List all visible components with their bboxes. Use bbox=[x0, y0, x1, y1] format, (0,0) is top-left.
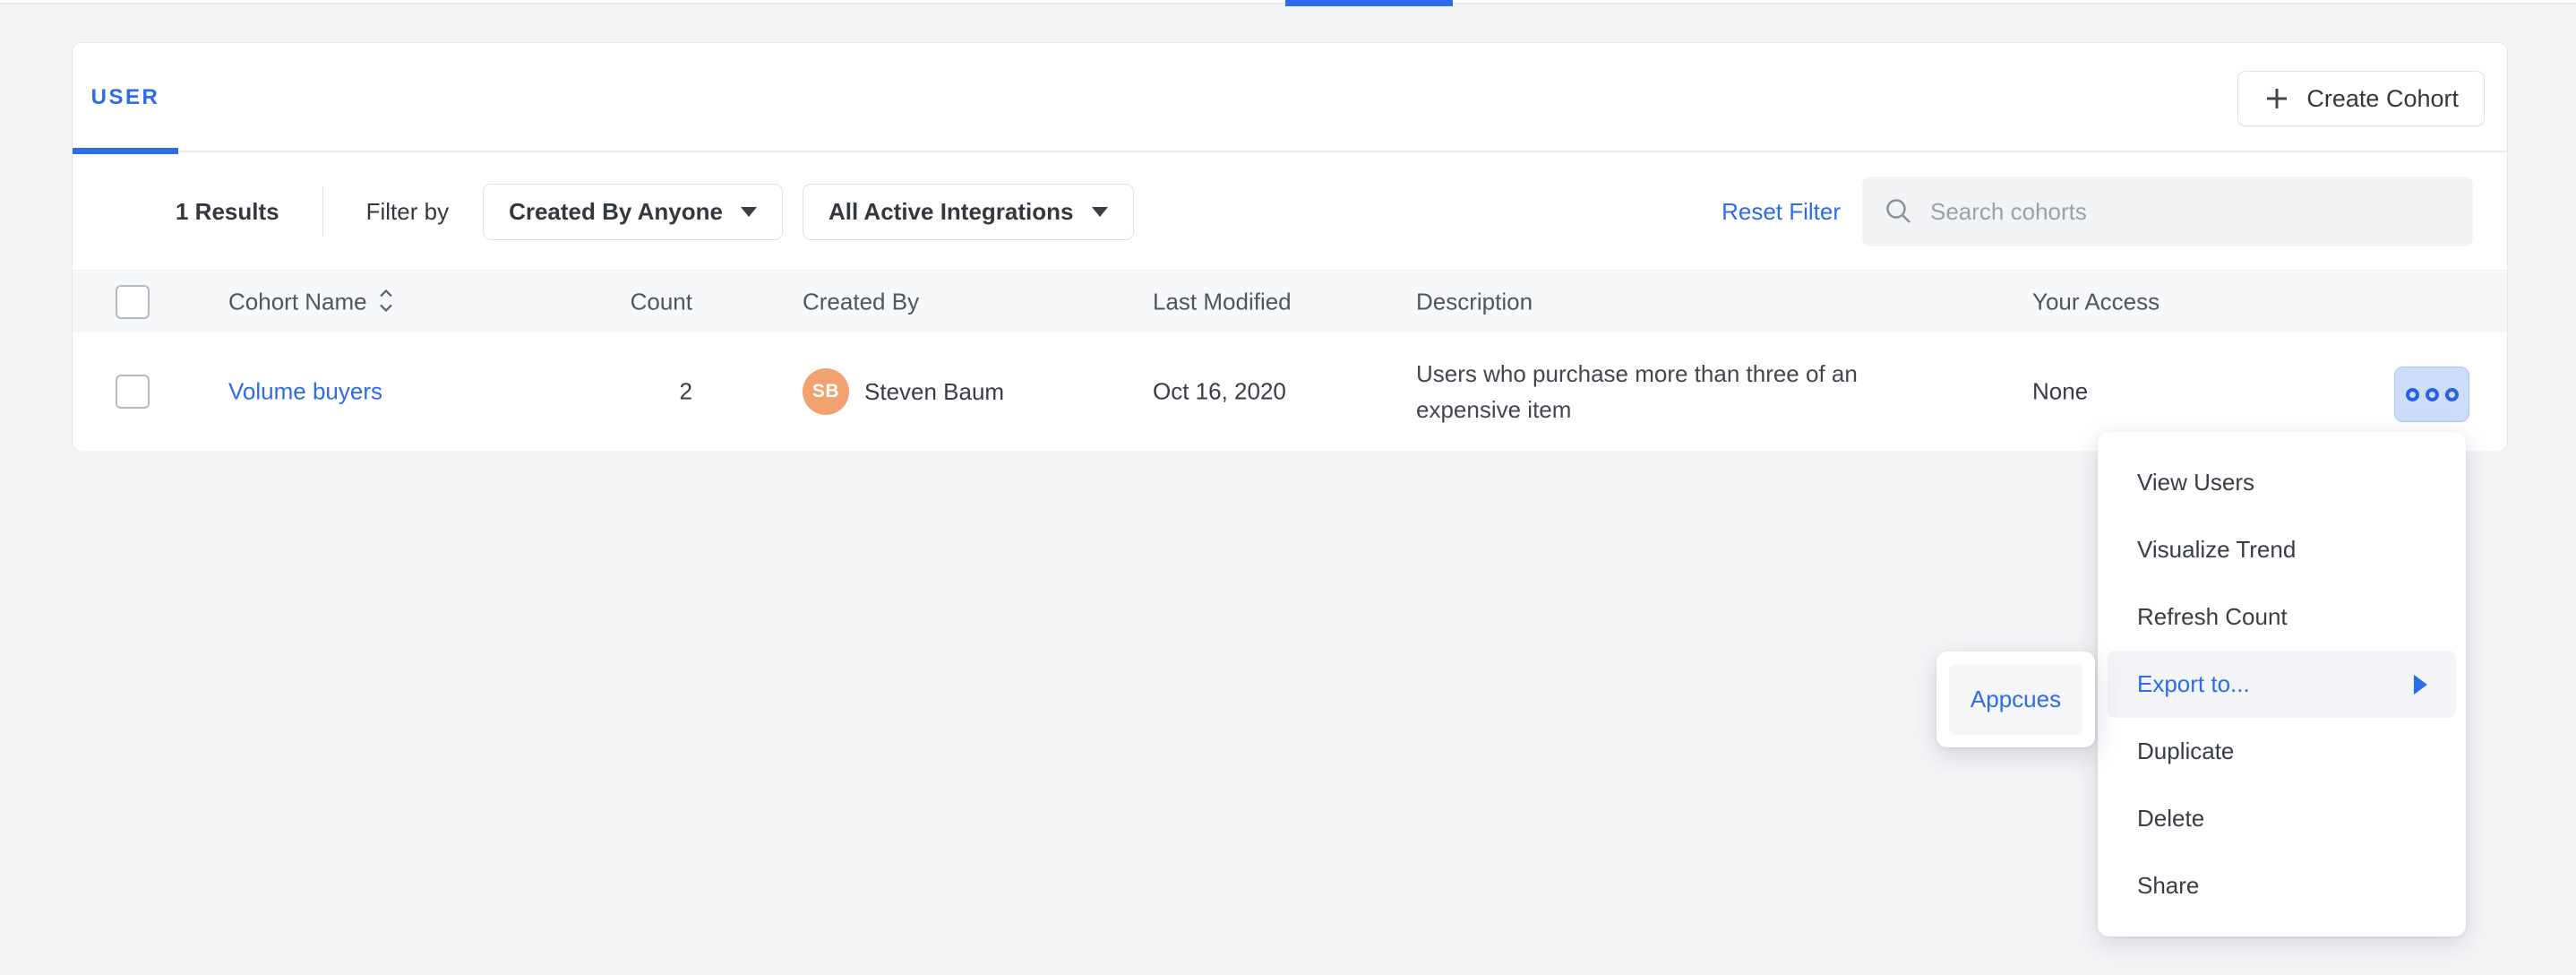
column-header-last-modified: Last Modified bbox=[1153, 288, 1292, 315]
created-by-dropdown[interactable]: Created By Anyone bbox=[483, 184, 783, 240]
submenu-arrow-icon bbox=[2414, 675, 2427, 695]
filter-by-label: Filter by bbox=[366, 198, 449, 226]
row-checkbox[interactable] bbox=[116, 375, 150, 409]
integrations-dropdown-value: All Active Integrations bbox=[829, 198, 1074, 226]
reset-filter-link[interactable]: Reset Filter bbox=[1722, 198, 1841, 226]
submenu-item-appcues[interactable]: Appcues bbox=[1949, 664, 2082, 735]
tab-bar: USER Create Cohort bbox=[73, 43, 2507, 152]
row-actions-context-menu: View Users Visualize Trend Refresh Count… bbox=[2098, 432, 2466, 936]
menu-item-export-to[interactable]: Export to... bbox=[2108, 651, 2456, 718]
results-count: 1 Results bbox=[176, 198, 279, 226]
select-all-checkbox[interactable] bbox=[116, 285, 150, 319]
created-by-cell: SB Steven Baum bbox=[803, 368, 1004, 415]
cohort-count: 2 bbox=[520, 378, 692, 406]
chevron-down-icon bbox=[1092, 207, 1108, 217]
your-access-cell: None bbox=[2032, 378, 2088, 406]
menu-item-duplicate[interactable]: Duplicate bbox=[2098, 718, 2466, 785]
column-header-cohort-name[interactable]: Cohort Name bbox=[228, 288, 394, 315]
toolbar-divider bbox=[322, 186, 323, 237]
last-modified-cell: Oct 16, 2020 bbox=[1153, 378, 1286, 406]
filter-toolbar: 1 Results Filter by Created By Anyone Al… bbox=[73, 153, 2507, 270]
create-cohort-button-label: Create Cohort bbox=[2306, 85, 2459, 113]
integrations-dropdown[interactable]: All Active Integrations bbox=[803, 184, 1134, 240]
sort-icon[interactable] bbox=[378, 288, 394, 313]
menu-item-visualize-trend[interactable]: Visualize Trend bbox=[2098, 516, 2466, 583]
ellipsis-icon bbox=[2426, 388, 2439, 401]
row-checkbox-cell bbox=[116, 375, 150, 409]
menu-item-refresh-count[interactable]: Refresh Count bbox=[2098, 583, 2466, 651]
avatar: SB bbox=[803, 368, 849, 415]
search-icon bbox=[1884, 196, 1914, 227]
active-nav-tab-indicator bbox=[1285, 0, 1453, 6]
table-header: Cohort Name Count Created By Last Modifi… bbox=[73, 270, 2507, 332]
column-header-description: Description bbox=[1416, 288, 1936, 315]
top-nav-bar bbox=[0, 0, 2576, 4]
tab-user-label: USER bbox=[91, 85, 160, 110]
tab-user[interactable]: USER bbox=[73, 43, 178, 152]
plus-icon bbox=[2263, 85, 2290, 112]
column-header-created-by: Created By bbox=[803, 288, 919, 315]
create-cohort-button[interactable]: Create Cohort bbox=[2237, 71, 2485, 126]
row-actions-button[interactable] bbox=[2394, 367, 2469, 422]
select-all-checkbox-cell bbox=[116, 285, 150, 319]
menu-item-export-to-label: Export to... bbox=[2137, 670, 2250, 698]
search-box bbox=[1862, 177, 2473, 246]
export-submenu: Appcues bbox=[1936, 651, 2095, 747]
created-by-dropdown-value: Created By Anyone bbox=[509, 198, 723, 226]
description-cell: Users who purchase more than three of an… bbox=[1416, 356, 1936, 427]
column-header-your-access: Your Access bbox=[2032, 288, 2160, 315]
menu-item-view-users[interactable]: View Users bbox=[2098, 449, 2466, 516]
created-by-name: Steven Baum bbox=[864, 378, 1004, 406]
ellipsis-icon bbox=[2445, 388, 2459, 401]
ellipsis-icon bbox=[2406, 388, 2419, 401]
filter-right-group: Reset Filter bbox=[1722, 177, 2473, 246]
chevron-down-icon bbox=[741, 207, 757, 217]
menu-item-share[interactable]: Share bbox=[2098, 852, 2466, 919]
cohorts-card: USER Create Cohort 1 Results Filter by C… bbox=[72, 42, 2508, 451]
cohort-name-link[interactable]: Volume buyers bbox=[228, 378, 382, 406]
search-cohorts-input[interactable] bbox=[1930, 198, 2451, 226]
menu-item-delete[interactable]: Delete bbox=[2098, 785, 2466, 852]
column-header-count: Count bbox=[520, 288, 692, 315]
